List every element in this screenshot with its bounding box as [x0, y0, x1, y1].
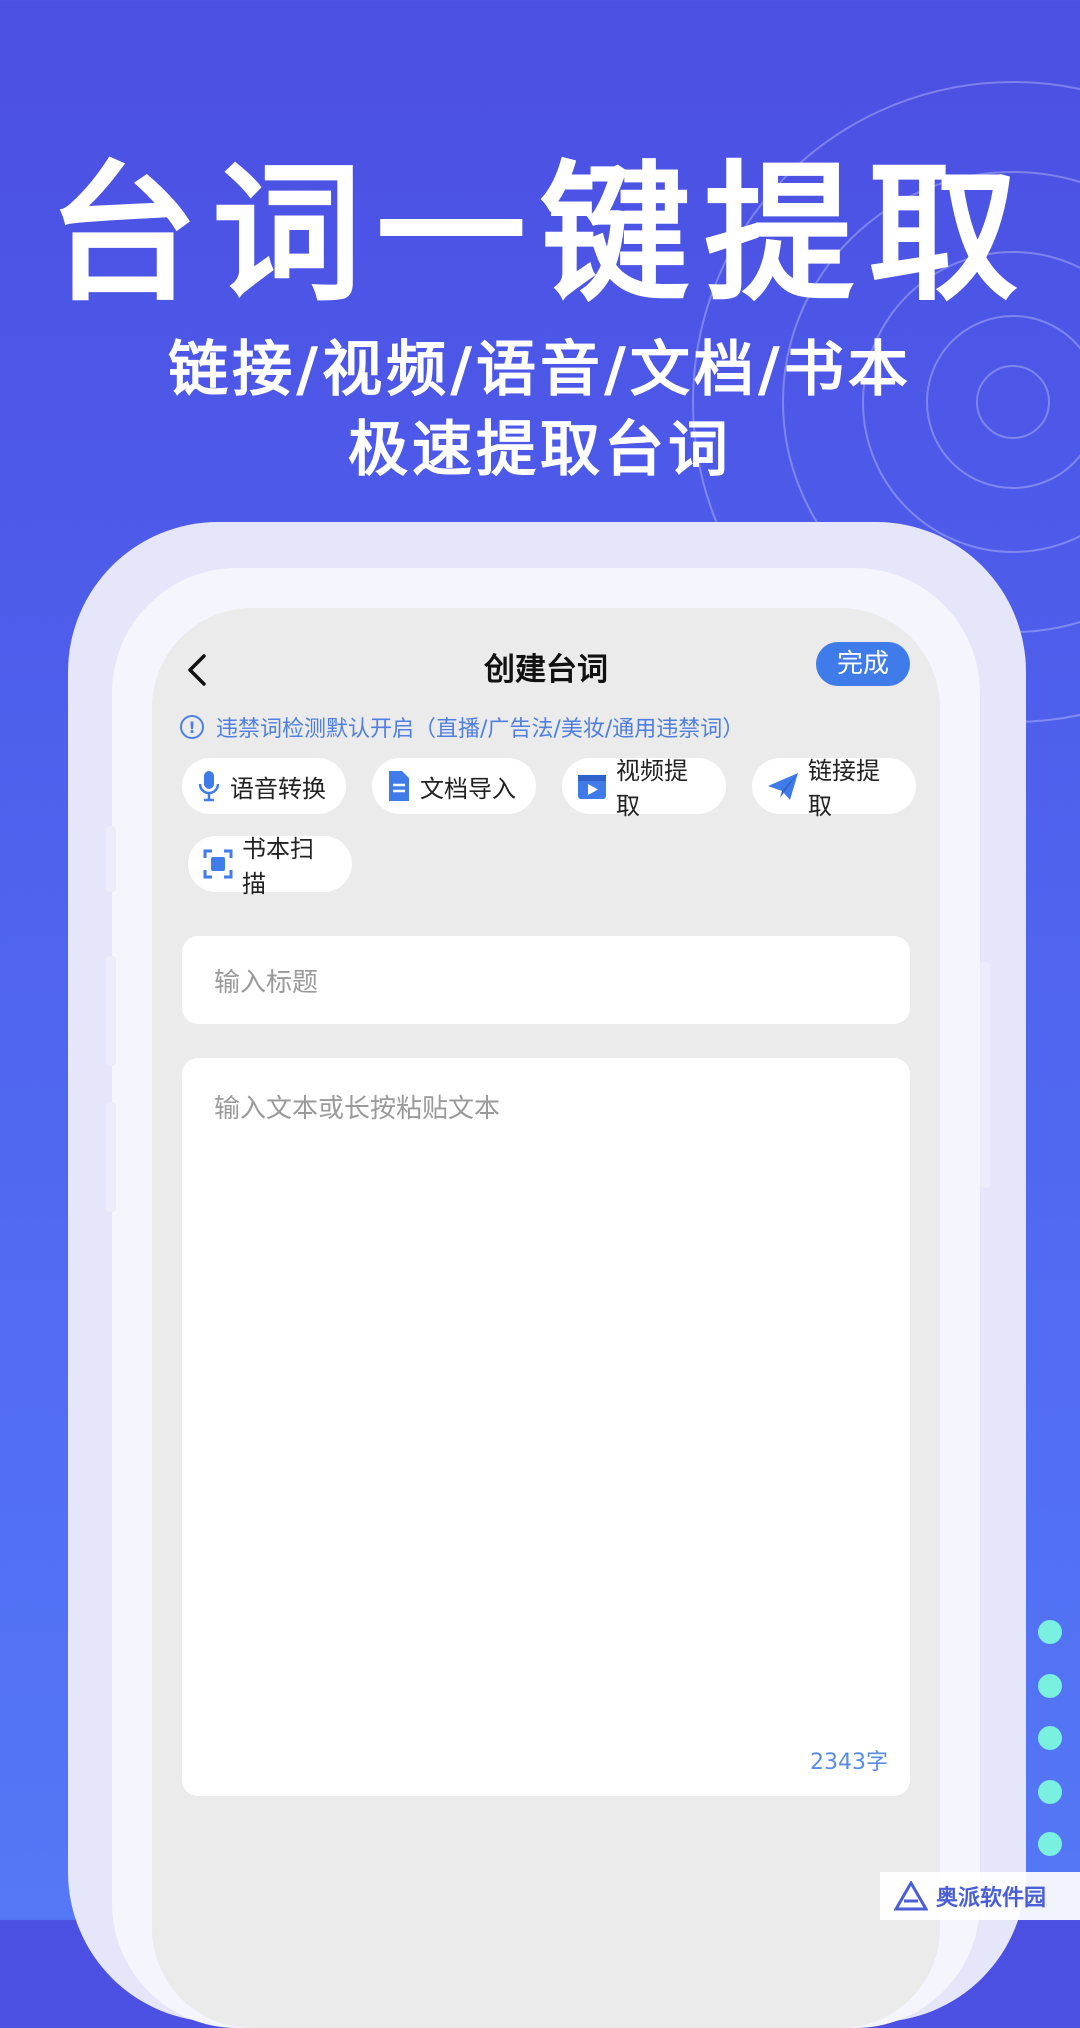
promo-headline: 台词一键提取: [47, 148, 1032, 322]
title-placeholder: 输入标题: [214, 968, 319, 998]
tool-label: 语音转换: [230, 774, 326, 803]
tool-label: 链接提取: [808, 757, 880, 820]
done-button[interactable]: 完成: [816, 642, 910, 686]
app-screen: 创建台词 完成 ! 违禁词检测默认开启（直播/广告法/美妆/通用违禁词） 语音转…: [152, 608, 940, 2028]
scan-icon: [203, 849, 233, 879]
page-indicator-dot: [1038, 1726, 1062, 1750]
microphone-icon: [198, 771, 220, 802]
tool-label: 书本扫描: [242, 835, 314, 898]
phone-side-button: [980, 962, 990, 1188]
page-indicator-dot: [1038, 1674, 1062, 1698]
promo-subline-1: 链接/视频/语音/文档/书本: [168, 335, 912, 405]
watermark: 奥派软件园: [880, 1872, 1080, 1920]
promo-subline-2: 极速提取台词: [348, 415, 732, 485]
phone-side-button: [106, 1102, 116, 1212]
watermark-text: 奥派软件园: [936, 1886, 1047, 1911]
page-indicator-dot: [1038, 1832, 1062, 1856]
tool-label: 视频提取: [616, 757, 688, 820]
document-icon: [389, 771, 409, 801]
text-input[interactable]: 输入文本或长按粘贴文本 2343字: [182, 1058, 910, 1796]
title-input[interactable]: 输入标题: [182, 936, 910, 1024]
phone-side-button: [106, 956, 116, 1066]
tool-link-extract[interactable]: 链接提取: [752, 757, 916, 820]
char-count: 2343字: [810, 1750, 888, 1775]
video-icon: [578, 775, 606, 799]
tool-video-extract[interactable]: 视频提取: [562, 757, 726, 820]
watermark-logo-icon: [894, 1881, 928, 1911]
prohibited-word-notice: ! 违禁词检测默认开启（直播/广告法/美妆/通用违禁词）: [180, 710, 744, 744]
page-indicator-dot: [1038, 1780, 1062, 1804]
tool-document-import[interactable]: 文档导入: [372, 758, 536, 814]
send-icon: [768, 773, 798, 800]
tool-book-scan[interactable]: 书本扫描: [188, 835, 352, 898]
text-placeholder: 输入文本或长按粘贴文本: [214, 1094, 501, 1124]
page-indicator-dot: [1038, 1620, 1062, 1644]
tool-label: 文档导入: [420, 774, 516, 803]
alert-icon: !: [180, 715, 204, 739]
phone-side-button: [106, 826, 116, 892]
tool-voice-convert[interactable]: 语音转换: [182, 758, 346, 814]
notice-text: 违禁词检测默认开启（直播/广告法/美妆/通用违禁词）: [216, 717, 745, 742]
